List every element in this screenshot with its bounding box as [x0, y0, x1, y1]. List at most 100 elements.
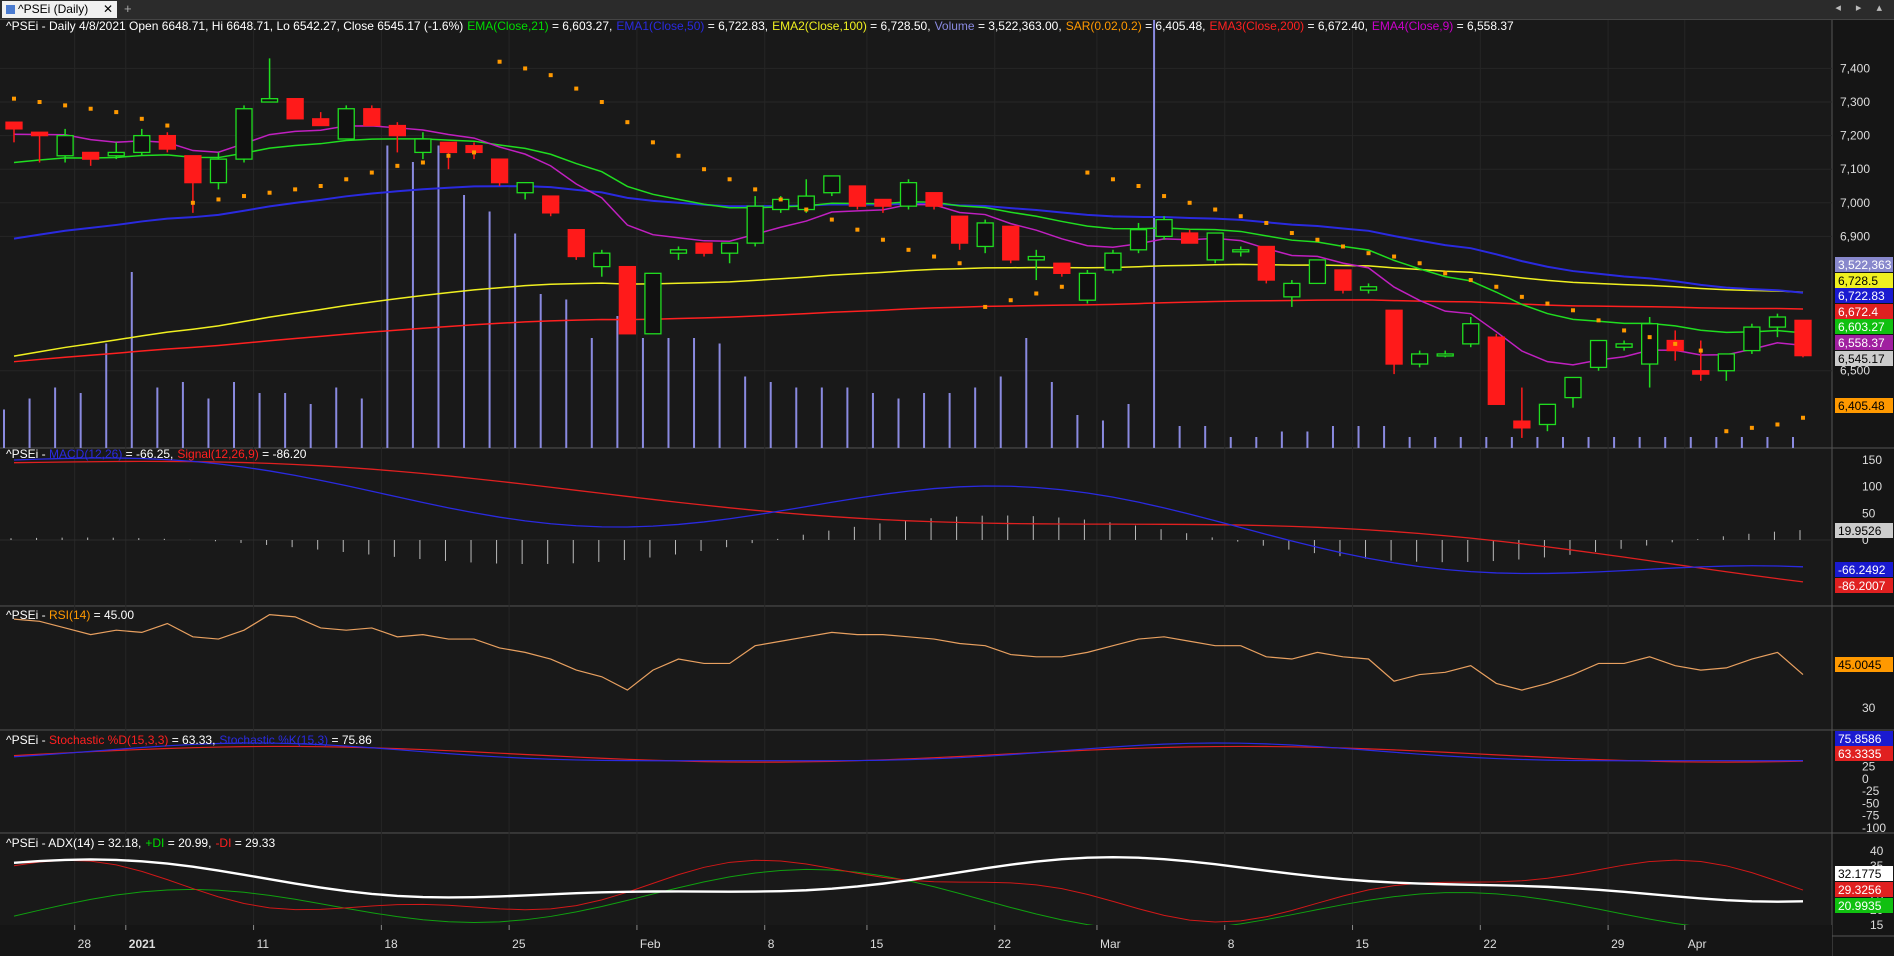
legend-value: = 6,722.83,: [704, 20, 768, 33]
candle-body: [184, 155, 202, 184]
candle-body: [1692, 370, 1710, 375]
value-badge-text: -86.2007: [1838, 579, 1886, 593]
candle-body: [593, 252, 611, 268]
candle-body: [5, 121, 23, 130]
legend-label: MACD(12,26): [49, 447, 122, 461]
candle-body: [567, 229, 585, 258]
candle-body: [899, 181, 918, 207]
candle-body: [848, 185, 867, 207]
value-badge-text: 75.8586: [1838, 732, 1882, 746]
candle-body: [797, 195, 815, 211]
candle-body: [976, 222, 994, 248]
sar-dot: [1545, 301, 1550, 306]
legend-prefix: ^PSEi - Daily 4/8/2021 Open 6648.71, Hi …: [6, 20, 463, 33]
candle-body: [1589, 339, 1608, 369]
x-axis-label: Feb: [640, 937, 661, 951]
sar-dot: [1775, 422, 1780, 427]
sar-dot: [1238, 214, 1243, 219]
x-axis-label: 25: [512, 937, 526, 951]
candle-body: [260, 98, 279, 103]
legend-value: = 6,405.48,: [1142, 20, 1206, 33]
sar-dot: [1008, 298, 1013, 303]
adx-tick-label: 15: [1870, 918, 1884, 932]
legend-label: EMA(Close,21): [467, 20, 548, 33]
sar-dot: [625, 120, 630, 125]
sar-dot: [753, 187, 758, 192]
x-axis-label: 2021: [129, 937, 156, 951]
sar-dot: [267, 190, 272, 195]
panel-legend: ^PSEi - Daily 4/8/2021 Open 6648.71, Hi …: [6, 20, 1514, 33]
sar-dot: [1366, 251, 1371, 256]
candle-body: [720, 242, 739, 254]
panel-legend: ^PSEi - ADX(14) = 32.18, +DI = 20.99, -DI …: [6, 836, 275, 850]
x-axis-label: 15: [1356, 937, 1370, 951]
legend-label: EMA2(Close,100): [772, 20, 867, 33]
sar-dot: [676, 153, 681, 158]
value-badge-text: 6,558.37: [1838, 336, 1885, 350]
panel-legend: ^PSEi - Stochastic %D(15,3,3) = 63.33, St…: [6, 733, 372, 747]
candle-body: [107, 151, 125, 157]
candle-body: [1538, 403, 1557, 426]
sar-dot: [293, 187, 298, 192]
x-axis-label: 15: [870, 937, 884, 951]
candle-body: [1436, 353, 1454, 357]
sar-dot: [190, 200, 195, 205]
candle-body: [823, 175, 841, 194]
sar-dot: [114, 110, 119, 115]
x-axis-label: 22: [998, 937, 1012, 951]
legend-label: Stochastic %D(15,3,3): [49, 733, 168, 747]
sar-dot: [216, 197, 221, 202]
x-axis-label: Mar: [1100, 937, 1121, 951]
candle-body: [1078, 272, 1097, 301]
close-icon[interactable]: ✕: [103, 1, 113, 18]
add-tab-icon[interactable]: +: [124, 1, 132, 16]
sar-dot: [1673, 341, 1678, 346]
legend-value: = 6,728.50,: [867, 20, 931, 33]
legend-prefix: ^PSEi -: [6, 733, 49, 747]
candle-body: [1717, 353, 1735, 372]
sar-dot: [369, 170, 374, 175]
value-badge-text: 19.9526: [1838, 524, 1882, 538]
nav-arrows-icon[interactable]: ◂ ▸ ▴: [1835, 1, 1888, 14]
value-badge-text: 6,545.17: [1838, 352, 1885, 366]
price-tick-label: 7,400: [1840, 61, 1870, 75]
legend-label: Stochastic %K(15,3): [219, 733, 328, 747]
candle-body: [1232, 249, 1250, 253]
candle-body: [363, 108, 381, 127]
sar-dot: [829, 217, 834, 222]
sar-dot: [1801, 415, 1805, 420]
sar-dot: [1110, 177, 1115, 182]
sar-dot: [242, 194, 247, 199]
macd-tick-label: 150: [1862, 453, 1882, 467]
sar-dot: [1136, 184, 1141, 188]
candle-body: [618, 265, 637, 335]
candle-body: [1053, 262, 1071, 274]
rsi-tick-label: 30: [1862, 701, 1876, 715]
price-tick-label: 7,000: [1840, 196, 1870, 210]
sar-dot: [1494, 284, 1499, 289]
chart-area[interactable]: 7,4007,3007,2007,1007,0006,9006,50015010…: [0, 20, 1894, 956]
value-badge-text: 6,728.5: [1838, 274, 1878, 288]
candle-body: [1743, 326, 1761, 352]
panel-legend: ^PSEi - MACD(12,26) = -66.25, Signal(12,2…: [6, 447, 307, 461]
candle-body: [337, 108, 355, 140]
tab-psei-daily[interactable]: ^PSEi (Daily) ✕: [2, 1, 117, 18]
sar-dot: [1596, 318, 1601, 323]
sar-dot: [880, 237, 885, 242]
macd-tick-label: 100: [1862, 480, 1882, 494]
candle-body: [1002, 225, 1020, 261]
x-axis-label: 11: [257, 937, 270, 951]
tab-bar: ^PSEi (Daily) ✕ + ◂ ▸ ▴: [0, 0, 1894, 20]
candle-body: [1155, 218, 1173, 238]
value-badge-text: 3,522,363: [1838, 258, 1892, 272]
sar-dot: [63, 103, 68, 108]
value-badge-text: 6,603.27: [1838, 320, 1885, 334]
sar-dot: [1187, 200, 1192, 205]
sar-dot: [1162, 194, 1167, 199]
legend-value: = 3,522,363.00,: [975, 20, 1062, 33]
stoch-tick-label: -100: [1862, 821, 1886, 835]
sar-dot: [804, 207, 809, 212]
sar-dot: [1315, 237, 1320, 242]
sar-dot: [446, 153, 451, 158]
candle-body: [1334, 269, 1352, 291]
